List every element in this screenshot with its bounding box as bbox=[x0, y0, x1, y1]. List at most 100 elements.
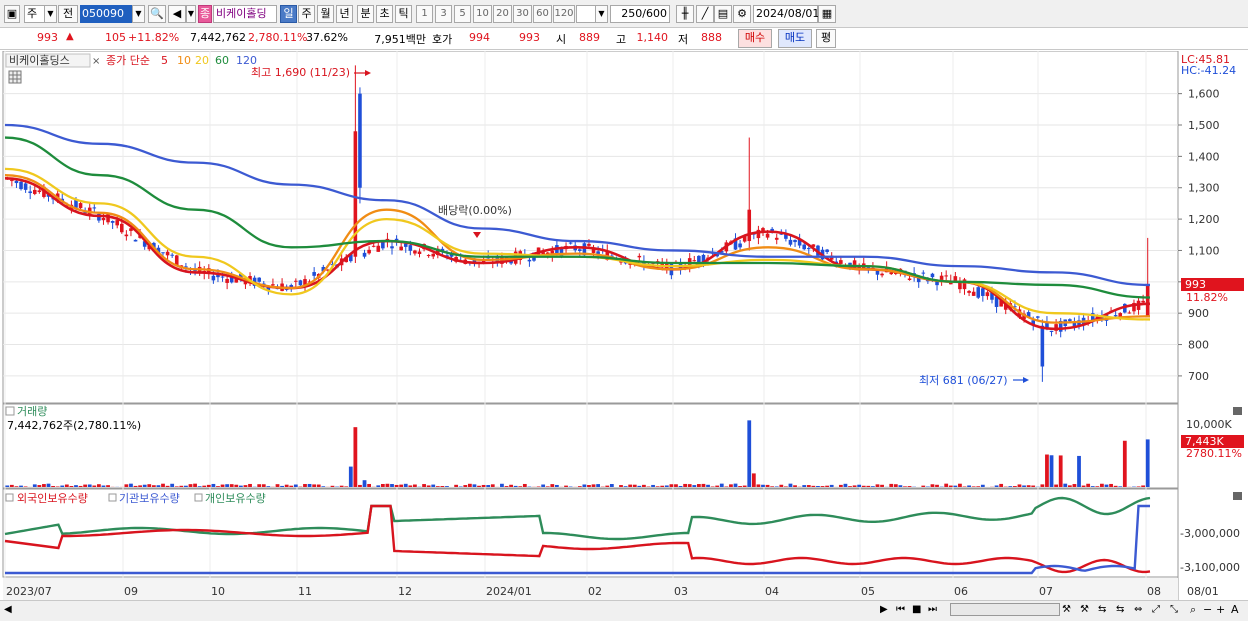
interval-60[interactable]: 60 bbox=[533, 5, 552, 23]
interval-10[interactable]: 10 bbox=[473, 5, 492, 23]
volume-bar bbox=[541, 484, 546, 487]
chevron-down-icon[interactable]: ▼ bbox=[132, 5, 145, 23]
count-input[interactable]: 250/600 bbox=[610, 5, 670, 23]
chart-scrollbar[interactable]: ◀ ▶ ⏮ ■ ⏭ ⚒ ⚒ ⇆ ⇆ ⇔ ⤢ ⤡ ⌕ − + A bbox=[0, 600, 1248, 621]
tools-icon-2[interactable]: ⚒ bbox=[1080, 604, 1089, 615]
candle-body bbox=[527, 259, 532, 262]
volume-bar bbox=[60, 485, 65, 487]
candle-body bbox=[353, 131, 358, 257]
buy-button[interactable]: 매수 bbox=[738, 29, 772, 48]
tab-minute[interactable]: 분 bbox=[357, 5, 374, 23]
volume-bar bbox=[92, 485, 97, 487]
period-select[interactable]: 주 bbox=[24, 5, 46, 23]
zoom-slider[interactable] bbox=[950, 603, 1060, 616]
speaker-icon[interactable]: ◀ bbox=[168, 5, 186, 23]
volume-bar bbox=[935, 484, 939, 487]
volume-bar bbox=[861, 485, 866, 487]
interval-1[interactable]: 1 bbox=[416, 5, 433, 23]
zoom-out-icon[interactable]: − bbox=[1203, 603, 1212, 616]
tab-week[interactable]: 주 bbox=[298, 5, 315, 23]
tab-second[interactable]: 초 bbox=[376, 5, 393, 23]
chevron-down-icon[interactable]: ▼ bbox=[595, 5, 608, 23]
candle-body bbox=[381, 241, 385, 249]
expand-icon[interactable]: ⤡ bbox=[1170, 604, 1178, 615]
stock-chart[interactable]: 7008009001,0001,1001,2001,3001,4001,5001… bbox=[0, 51, 1248, 601]
volume-percent: 2,780.11% bbox=[248, 31, 308, 44]
resize-icon[interactable]: ⤢ bbox=[1152, 604, 1160, 615]
save-icon[interactable]: ▤ bbox=[714, 5, 732, 23]
chevron-down-icon[interactable]: ▼ bbox=[44, 5, 57, 23]
interval-3[interactable]: 3 bbox=[435, 5, 452, 23]
candle-type-icon[interactable]: ╫ bbox=[676, 5, 694, 23]
volume-bar bbox=[481, 484, 486, 487]
zoom-in-icon[interactable]: + bbox=[1216, 603, 1225, 616]
prev-button[interactable]: 전 bbox=[58, 5, 78, 23]
tab-year[interactable]: 년 bbox=[336, 5, 353, 23]
tab-month[interactable]: 월 bbox=[317, 5, 334, 23]
volume-bar bbox=[440, 486, 445, 487]
toolbar: ▣ 주 ▼ 전 050090 ▼ 🔍 ◀ ▼ 종 비케이홀딩 일 주 월 년 분… bbox=[0, 0, 1248, 28]
interval-120[interactable]: 120 bbox=[553, 5, 575, 23]
x-tick-label: 12 bbox=[398, 585, 412, 598]
candle-body bbox=[390, 246, 394, 249]
volume-bar bbox=[971, 486, 976, 487]
candle-body bbox=[403, 243, 408, 247]
candle-body bbox=[37, 190, 42, 193]
volume-bar bbox=[1040, 484, 1045, 487]
interval-5[interactable]: 5 bbox=[454, 5, 471, 23]
volume-bar bbox=[87, 484, 92, 487]
scroll-left-icon[interactable]: ◀ bbox=[4, 604, 12, 615]
candle-body bbox=[358, 93, 362, 188]
volume-bar bbox=[733, 483, 738, 487]
volume-bar bbox=[454, 484, 459, 487]
tab-day[interactable]: 일 bbox=[280, 5, 297, 23]
dividend-annotation: 배당락(0.00%) bbox=[438, 204, 512, 217]
link-icon-2[interactable]: ⇆ bbox=[1116, 604, 1124, 615]
tab-tick[interactable]: 틱 bbox=[395, 5, 412, 23]
candle-body bbox=[32, 189, 37, 194]
candle-body bbox=[10, 180, 14, 182]
volume-bar bbox=[1122, 440, 1127, 487]
volume-pane bbox=[2, 403, 1179, 489]
pause-icon[interactable]: ■ bbox=[912, 604, 921, 615]
calendar-icon[interactable]: ▦ bbox=[818, 5, 836, 23]
tools-icon[interactable]: ⚒ bbox=[1062, 604, 1071, 615]
volume-bar bbox=[1118, 486, 1123, 487]
candle-body bbox=[101, 217, 106, 221]
last-page-icon[interactable]: ⏭ bbox=[928, 604, 937, 615]
font-size-icon[interactable]: A bbox=[1231, 603, 1239, 616]
window-menu-icon[interactable]: ▣ bbox=[4, 5, 20, 23]
first-page-icon[interactable]: ⏮ bbox=[896, 604, 905, 615]
candle-body bbox=[298, 280, 303, 286]
close-icon[interactable] bbox=[1233, 407, 1242, 415]
zoom-icon[interactable]: ⌕ bbox=[1190, 603, 1196, 617]
gear-icon[interactable]: ⚙ bbox=[733, 5, 751, 23]
fit-icon[interactable]: ⇔ bbox=[1134, 604, 1142, 615]
date-input[interactable]: 2024/08/01 bbox=[753, 5, 819, 23]
chevron-down-icon[interactable]: ▼ bbox=[186, 5, 196, 23]
candle-body bbox=[1127, 312, 1132, 314]
interval-30[interactable]: 30 bbox=[513, 5, 532, 23]
volume-bar bbox=[339, 485, 344, 487]
candle-body bbox=[985, 292, 990, 297]
candle-body bbox=[161, 252, 165, 254]
volume-bar bbox=[344, 486, 349, 487]
draw-line-icon[interactable]: ╱ bbox=[696, 5, 714, 23]
close-icon[interactable]: × bbox=[92, 56, 100, 67]
search-icon[interactable]: 🔍 bbox=[148, 5, 166, 23]
candle-body bbox=[1141, 300, 1145, 303]
close-icon[interactable] bbox=[1233, 492, 1242, 500]
scroll-right-icon[interactable]: ▶ bbox=[880, 604, 888, 615]
volume-bar bbox=[522, 483, 527, 487]
volume-bar bbox=[202, 485, 207, 487]
avg-button[interactable]: 평 bbox=[816, 29, 836, 48]
interval-20[interactable]: 20 bbox=[493, 5, 512, 23]
candle-body bbox=[371, 245, 376, 247]
volume-bar bbox=[678, 485, 683, 487]
candle-body bbox=[788, 239, 793, 245]
sell-button[interactable]: 매도 bbox=[778, 29, 812, 48]
link-icon[interactable]: ⇆ bbox=[1098, 604, 1106, 615]
volume-bar bbox=[948, 485, 953, 487]
stock-code-input[interactable]: 050090 bbox=[80, 5, 132, 23]
table-icon[interactable] bbox=[8, 70, 22, 84]
